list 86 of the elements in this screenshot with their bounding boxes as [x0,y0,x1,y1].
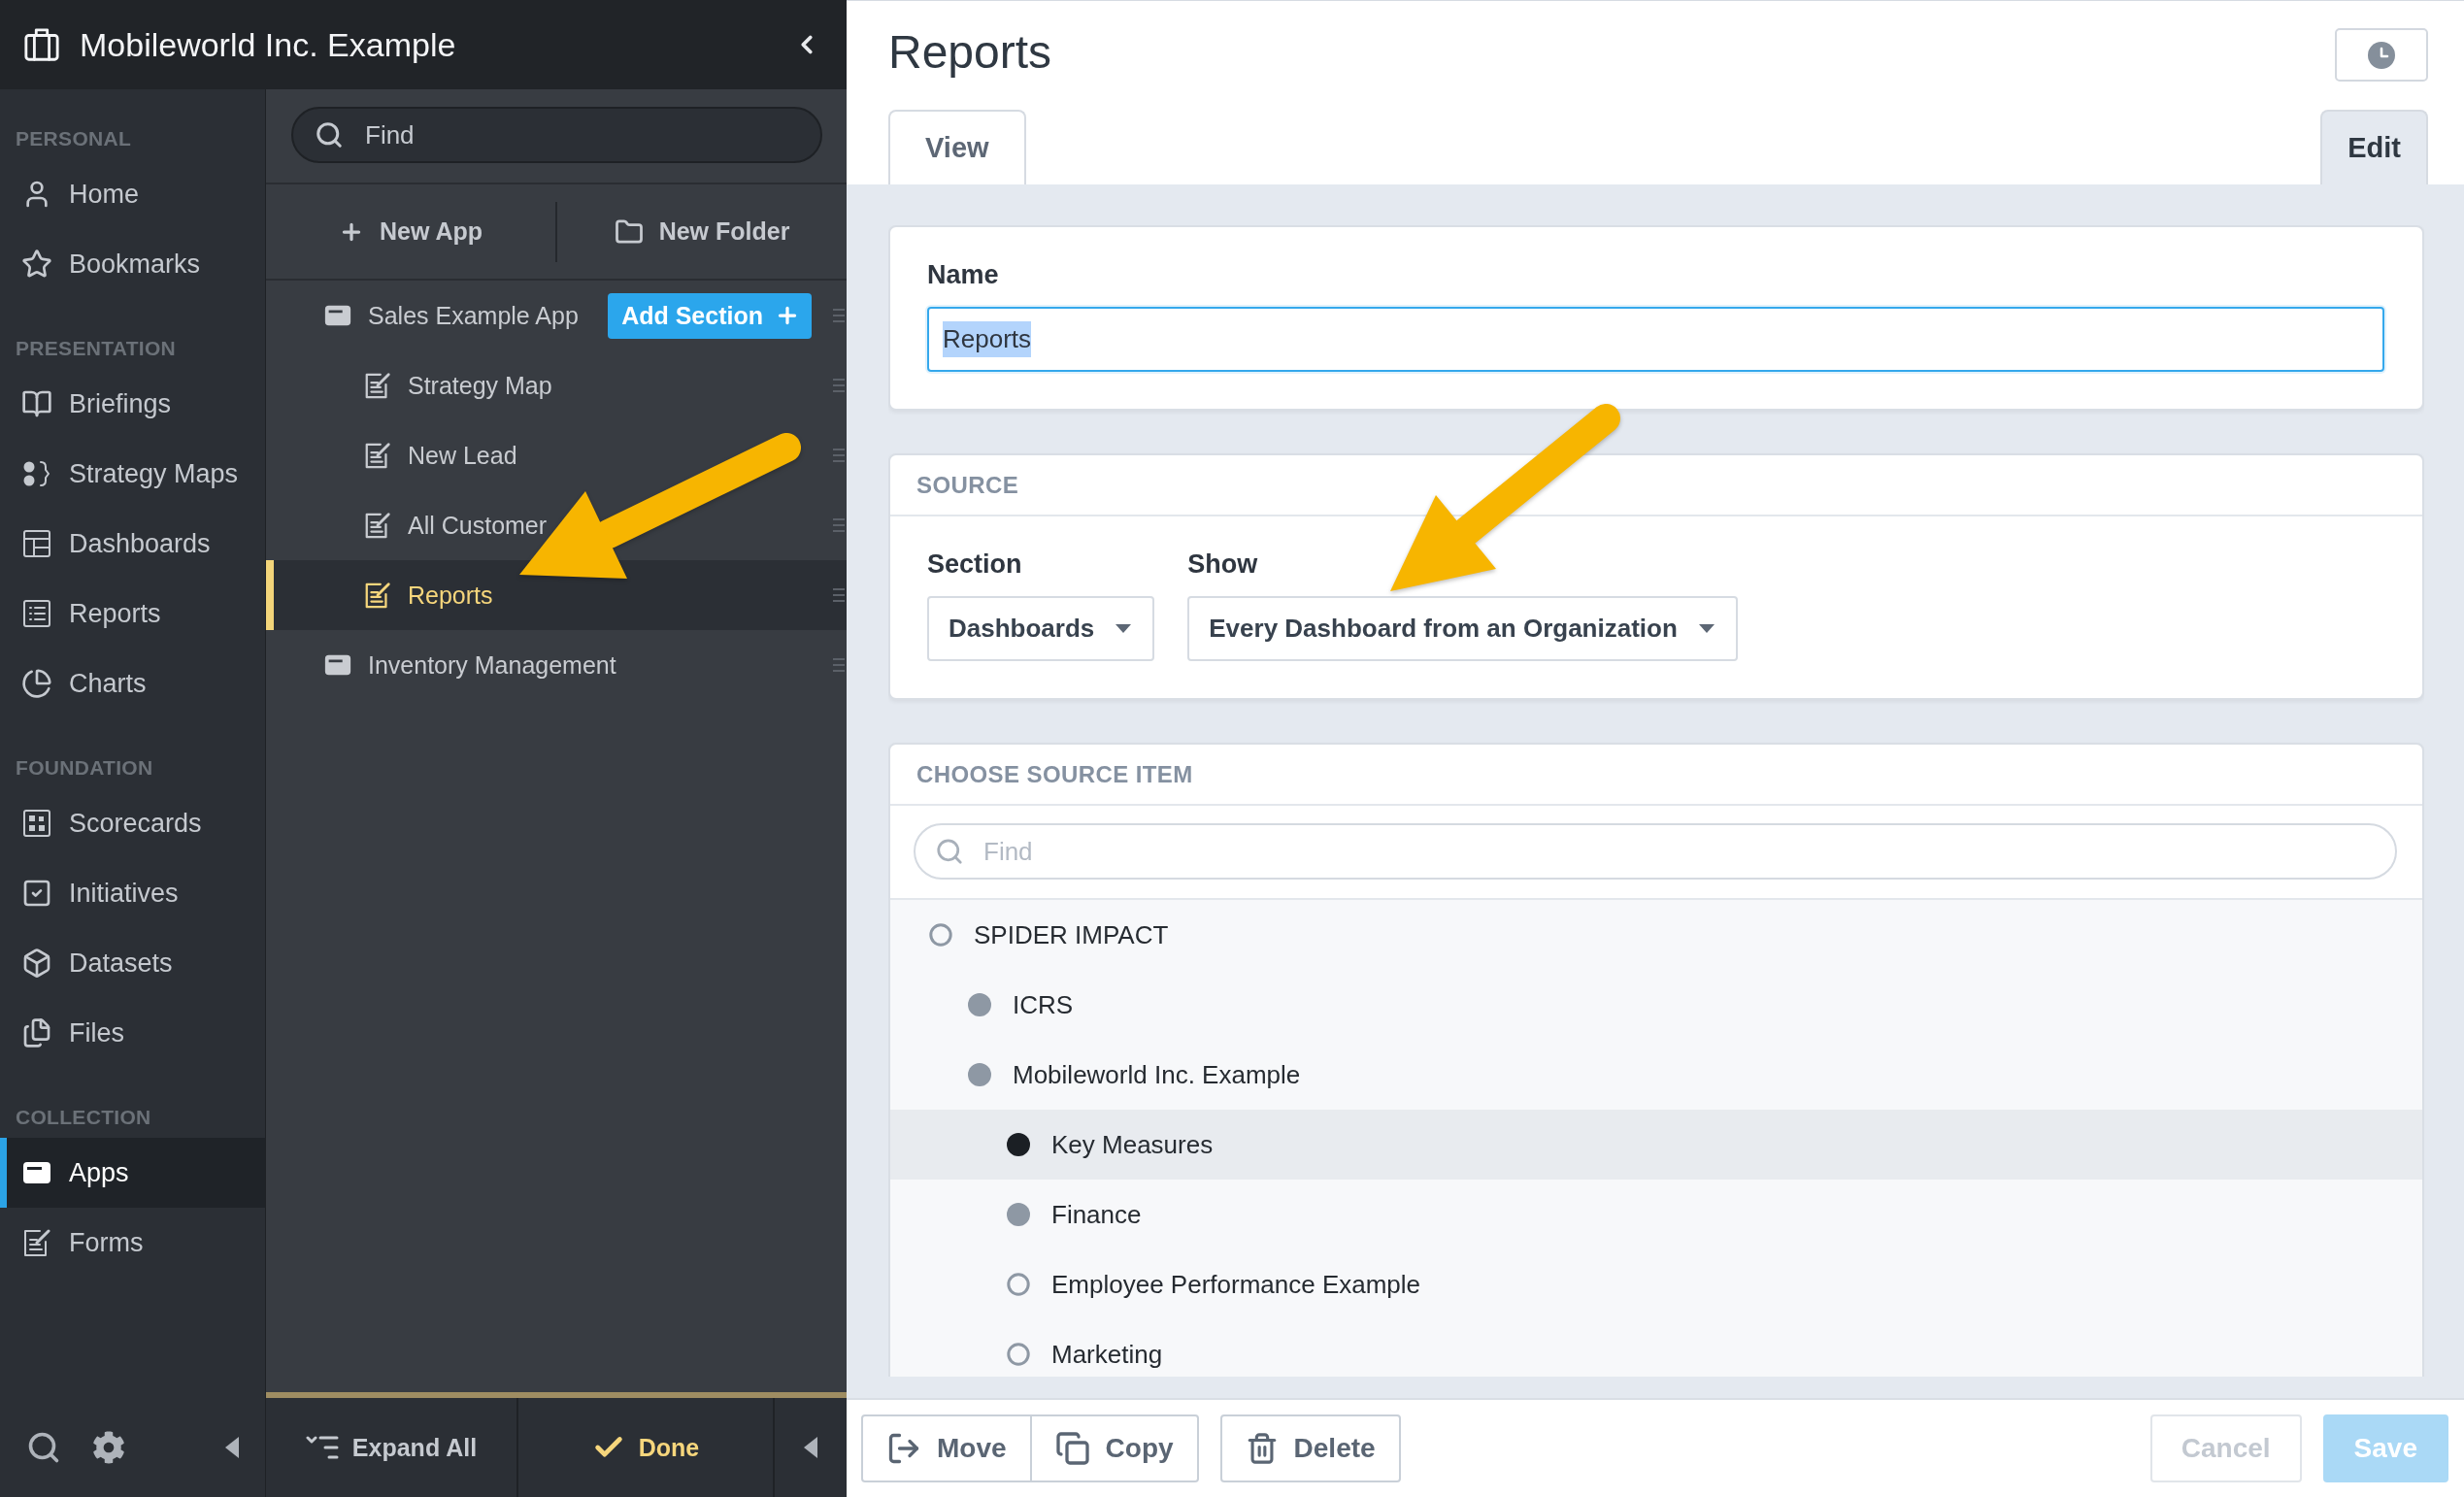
source-item[interactable]: ICRS [890,970,2422,1040]
new-folder-button[interactable]: New Folder [557,184,847,279]
tree-item[interactable]: New Lead [266,420,847,490]
edit-document-icon [363,371,392,400]
edit-document-icon [363,581,392,610]
source-item[interactable]: Marketing [890,1319,2422,1377]
search-field[interactable]: Find [291,107,822,163]
field-label: Name [927,259,999,291]
cube-icon [21,948,52,979]
org-title: Mobileworld Inc. Example [80,25,456,64]
triangle-left-icon [225,1437,239,1458]
expand-all-button[interactable]: Expand All [266,1398,518,1497]
delete-button[interactable]: Delete [1219,1414,1401,1482]
sidebar-item[interactable]: Forms [0,1208,265,1278]
tree-item[interactable]: Sales Example App Add Section [266,281,847,350]
edit-document-icon [363,511,392,540]
copy-button[interactable]: Copy [1031,1414,1199,1482]
clock-icon [2368,41,2395,69]
sidebar-item[interactable]: Datasets [0,928,265,998]
card-heading: CHOOSE SOURCE ITEM [890,745,2422,806]
sidebar-item[interactable]: Strategy Maps [0,439,265,509]
drag-handle-icon[interactable] [833,448,845,463]
sidebar-item[interactable]: Charts [0,649,265,718]
documents-icon [21,1017,52,1048]
source-item[interactable]: Employee Performance Example [890,1249,2422,1319]
sidebar-item[interactable]: Apps [0,1138,265,1208]
check-square-icon [21,878,52,909]
tree-item[interactable]: Inventory Management [266,630,847,700]
collapse-button[interactable] [225,1437,239,1458]
copy-icon [1054,1431,1090,1466]
dropdown[interactable]: Dashboards [927,596,1155,661]
search-icon [315,120,344,150]
new-app-button[interactable]: New App [266,184,555,279]
book-icon [21,388,52,419]
drag-handle-icon[interactable] [833,587,845,603]
sidebar-item[interactable]: Dashboards [0,509,265,579]
tree-item[interactable]: Reports [266,560,847,630]
tree-item[interactable]: Strategy Map [266,350,847,420]
edit-document-icon [21,1227,52,1258]
field-label: Section [927,549,1022,581]
search-icon [26,1430,61,1465]
settings-button[interactable] [92,1431,125,1464]
search-button[interactable] [26,1430,61,1465]
sidebar-item[interactable]: Briefings [0,369,265,439]
history-button[interactable] [2335,28,2428,82]
caret-icon [1698,624,1715,633]
caret-icon [1115,624,1132,633]
triangle-left-icon [804,1437,817,1458]
expand-list-icon [305,1435,339,1460]
nodes-icon [21,458,52,489]
sidebar-item[interactable]: Scorecards [0,788,265,858]
list-icon [21,598,52,629]
field-label: Show [1187,549,1258,581]
page-title: Reports [888,25,1052,80]
gear-icon [92,1431,125,1464]
drag-handle-icon[interactable] [833,517,845,533]
section-heading: PERSONAL [15,126,133,151]
drag-handle-icon[interactable] [833,378,845,393]
star-icon [21,249,52,280]
tab[interactable]: View [888,110,1026,184]
section-heading: COLLECTION [15,1105,152,1130]
section-heading: PRESENTATION [15,336,177,361]
dropdown[interactable]: Every Dashboard from an Organization [1187,596,1738,661]
sidebar-item[interactable]: Files [0,998,265,1068]
source-item[interactable]: Key Measures [890,1110,2422,1180]
pie-chart-icon [21,668,52,699]
move-button[interactable]: Move [861,1414,1032,1482]
tab[interactable]: Edit [2320,110,2428,184]
section-heading: FOUNDATION [15,755,154,781]
layout-icon [21,528,52,559]
sidebar-item[interactable]: Home [0,159,265,229]
name-field[interactable]: Reports [927,307,2384,372]
sidebar-item[interactable]: Reports [0,579,265,649]
source-item[interactable]: Finance [890,1180,2422,1249]
briefcase-icon [23,26,60,63]
sidebar-item[interactable]: Bookmarks [0,229,265,299]
grid-icon [21,808,52,839]
edit-document-icon [363,441,392,470]
sidebar-item[interactable]: Initiatives [0,858,265,928]
drag-handle-icon[interactable] [833,308,845,323]
drag-handle-icon[interactable] [833,657,845,673]
source-item[interactable]: Mobileworld Inc. Example [890,1040,2422,1110]
tree-item[interactable]: All Customer [266,490,847,560]
search-icon [935,837,964,866]
source-item[interactable]: SPIDER IMPACT [890,900,2422,970]
done-button[interactable]: Done [518,1398,775,1497]
